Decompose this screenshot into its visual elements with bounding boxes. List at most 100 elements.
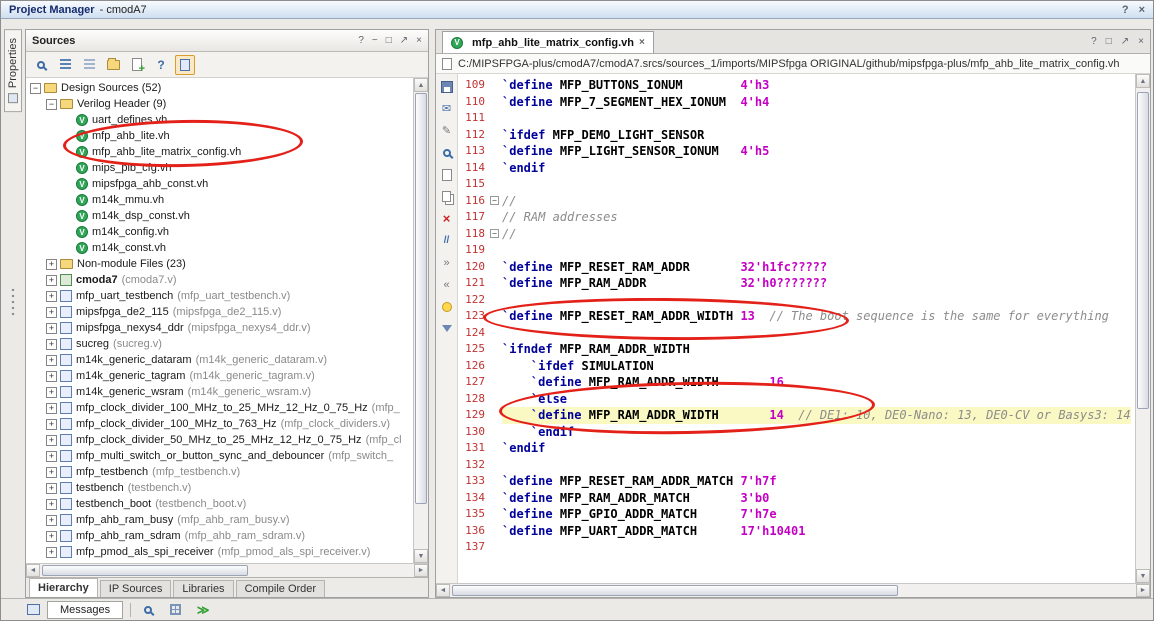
help-icon[interactable]: ? xyxy=(1091,36,1097,47)
scroll-right-icon[interactable]: ► xyxy=(1136,584,1150,597)
tree-item[interactable]: + testbench_boot (testbench_boot.v) xyxy=(26,496,413,512)
code-line[interactable]: 126 `ifdef SIMULATION xyxy=(458,358,1135,375)
copy-button[interactable] xyxy=(439,189,455,204)
help-icon[interactable]: ? xyxy=(358,35,364,46)
add-sources-button[interactable] xyxy=(127,55,147,75)
save-button[interactable] xyxy=(439,79,455,94)
tree-item[interactable]: + mipsfpga_de2_115 (mipsfpga_de2_115.v) xyxy=(26,304,413,320)
scroll-down-icon[interactable]: ▼ xyxy=(1136,569,1150,583)
scroll-track[interactable] xyxy=(40,564,414,577)
reload-button[interactable]: ✉ xyxy=(439,101,455,116)
code-line[interactable]: 131 `endif xyxy=(458,440,1135,457)
edit-button[interactable]: ✎ xyxy=(439,123,455,138)
code-line[interactable]: 113 `define MFP_LIGHT_SENSOR_IONUM 4'h5 xyxy=(458,143,1135,160)
collapse-all-button[interactable] xyxy=(55,55,75,75)
maximize-icon[interactable]: □ xyxy=(386,35,392,46)
expand-expander-icon[interactable]: + xyxy=(46,418,57,430)
scroll-up-icon[interactable]: ▲ xyxy=(414,78,428,92)
tree-item[interactable]: + m14k_generic_tagram (m14k_generic_tagram… xyxy=(26,368,413,384)
run-button[interactable]: ≫ xyxy=(192,600,212,620)
expand-expander-icon[interactable]: + xyxy=(46,354,57,366)
code-line[interactable]: 134 `define MFP_RAM_ADDR_MATCH 3'b0 xyxy=(458,490,1135,507)
tree-item[interactable]: Vmfp_ahb_lite_matrix_config.vh xyxy=(26,144,413,160)
close-icon[interactable]: × xyxy=(416,35,422,46)
tree-item[interactable]: + mfp_ahb_ram_sdram (mfp_ahb_ram_sdram.v) xyxy=(26,528,413,544)
expand-expander-icon[interactable]: + xyxy=(46,530,57,542)
fold-minus-icon[interactable]: − xyxy=(490,195,499,205)
tab-ip-sources[interactable]: IP Sources xyxy=(99,580,172,597)
scroll-track[interactable] xyxy=(414,92,428,549)
page-button[interactable] xyxy=(439,167,455,182)
properties-side-tab[interactable]: Properties xyxy=(4,29,22,113)
code-line[interactable]: 118−// xyxy=(458,226,1135,243)
tree-item[interactable]: + mfp_testbench (mfp_testbench.v) xyxy=(26,464,413,480)
expand-expander-icon[interactable]: + xyxy=(46,386,57,398)
tree-item[interactable]: Vm14k_mmu.vh xyxy=(26,192,413,208)
tree-item[interactable]: Vm14k_config.vh xyxy=(26,224,413,240)
expand-expander-icon[interactable]: + xyxy=(46,434,57,446)
find-button[interactable] xyxy=(138,600,158,620)
code-line[interactable]: 123 `define MFP_RESET_RAM_ADDR_WIDTH 13 /… xyxy=(458,308,1135,325)
code-line[interactable]: 129 `define MFP_RAM_ADDR_WIDTH 14 // DE1… xyxy=(458,407,1135,424)
code-line[interactable]: 136 `define MFP_UART_ADDR_MATCH 17'h10401 xyxy=(458,523,1135,540)
close-icon[interactable]: × xyxy=(1138,36,1144,47)
tree-item[interactable]: + mfp_multi_switch_or_button_sync_and_deb… xyxy=(26,448,413,464)
expand-expander-icon[interactable]: + xyxy=(46,466,57,478)
search-button[interactable] xyxy=(31,55,51,75)
expand-expander-icon[interactable]: + xyxy=(46,482,57,494)
tree-item[interactable]: Vm14k_dsp_const.vh xyxy=(26,208,413,224)
code-line[interactable]: 115 xyxy=(458,176,1135,193)
float-icon[interactable]: ↗ xyxy=(1121,36,1129,47)
tree-item[interactable]: + cmoda7 (cmoda7.v) xyxy=(26,272,413,288)
scroll-thumb[interactable] xyxy=(1137,92,1149,410)
tree-item[interactable]: Vuart_defines.vh xyxy=(26,112,413,128)
help-button[interactable]: ? xyxy=(151,55,171,75)
expand-expander-icon[interactable]: + xyxy=(46,498,57,510)
indent-button[interactable]: » xyxy=(439,255,455,270)
code-line[interactable]: 135 `define MFP_GPIO_ADDR_MATCH 7'h7e xyxy=(458,506,1135,523)
expand-expander-icon[interactable]: + xyxy=(46,450,57,462)
code-line[interactable]: 116−// xyxy=(458,193,1135,210)
expand-expander-icon[interactable]: + xyxy=(46,322,57,334)
expand-expander-icon[interactable]: + xyxy=(46,274,57,286)
expand-expander-icon[interactable]: + xyxy=(46,290,57,302)
hint-button[interactable] xyxy=(439,299,455,314)
tree-item[interactable]: + mipsfpga_nexys4_ddr (mipsfpga_nexys4_ddr… xyxy=(26,320,413,336)
expand-all-button[interactable] xyxy=(79,55,99,75)
sources-vertical-scrollbar[interactable]: ▲ ▼ xyxy=(413,78,428,563)
tree-item[interactable]: + sucreg (sucreg.v) xyxy=(26,336,413,352)
code-line[interactable]: 110 `define MFP_7_SEGMENT_HEX_IONUM 4'h4 xyxy=(458,94,1135,111)
scroll-thumb[interactable] xyxy=(42,565,248,576)
scroll-to-selected-button[interactable] xyxy=(175,54,195,75)
code-line[interactable]: 120 `define MFP_RESET_RAM_ADDR 32'h1fc???… xyxy=(458,259,1135,276)
code-line[interactable]: 111 xyxy=(458,110,1135,127)
editor-vertical-scrollbar[interactable]: ▲ ▼ xyxy=(1135,74,1150,583)
editor-horizontal-scrollbar[interactable]: ◄ ► xyxy=(436,583,1150,597)
tree-item[interactable]: + m14k_generic_dataram (m14k_generic_datar… xyxy=(26,352,413,368)
code-line[interactable]: 132 xyxy=(458,457,1135,474)
tab-messages[interactable]: Messages xyxy=(47,600,124,619)
expand-expander-icon[interactable]: + xyxy=(46,514,57,526)
code-line[interactable]: 125 `ifndef MFP_RAM_ADDR_WIDTH xyxy=(458,341,1135,358)
code-line[interactable]: 127 `define MFP_RAM_ADDR_WIDTH 16 xyxy=(458,374,1135,391)
tree-item[interactable]: − Design Sources (52) xyxy=(26,80,413,96)
table-view-button[interactable] xyxy=(165,600,185,620)
expand-expander-icon[interactable]: + xyxy=(46,402,57,414)
toggle-comment-button[interactable]: // xyxy=(439,233,455,248)
scroll-left-icon[interactable]: ◄ xyxy=(26,564,40,577)
splitter-handle[interactable] xyxy=(11,287,15,318)
code-line[interactable]: 122 xyxy=(458,292,1135,309)
tree-item[interactable]: + Non-module Files (23) xyxy=(26,256,413,272)
tree-item[interactable]: + mfp_clock_divider_50_MHz_to_25_MHz_12_H… xyxy=(26,432,413,448)
code-line[interactable]: 137 xyxy=(458,539,1135,556)
float-icon[interactable]: ↗ xyxy=(400,35,408,46)
tree-item[interactable]: + mfp_uart_testbench (mfp_uart_testbench.v… xyxy=(26,288,413,304)
sources-panel-header[interactable]: Sources ? − □ ↗ × xyxy=(26,30,428,52)
find-button[interactable] xyxy=(439,145,455,160)
tree-item[interactable]: − Verilog Header (9) xyxy=(26,96,413,112)
scroll-thumb[interactable] xyxy=(415,93,427,505)
outdent-button[interactable]: « xyxy=(439,277,455,292)
tree-item[interactable]: + mfp_clock_divider_100_MHz_to_763_Hz (mfp… xyxy=(26,416,413,432)
code-area[interactable]: 109 `define MFP_BUTTONS_IONUM 4'h3 110 `def… xyxy=(458,74,1135,583)
code-line[interactable]: 119 xyxy=(458,242,1135,259)
